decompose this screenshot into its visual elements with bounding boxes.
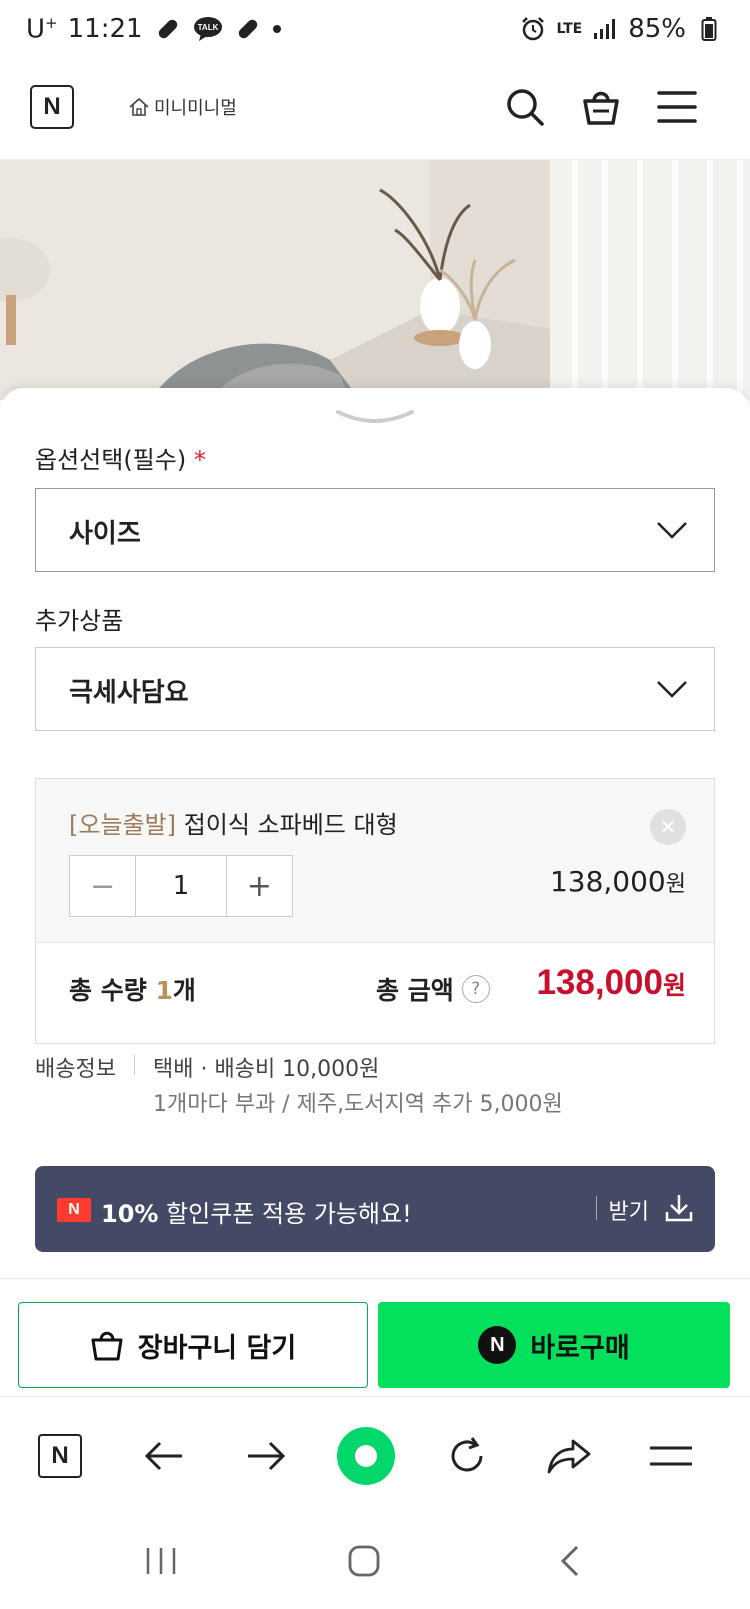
buy-now-button[interactable]: N 바로구매 xyxy=(378,1302,730,1388)
selected-item-box: [오늘출발] 접이식 소파베드 대형 ✕ − 1 + 138,000원 총 수량… xyxy=(35,778,715,1044)
clock: 11:21 xyxy=(67,14,143,45)
green-dot-icon xyxy=(337,1427,395,1485)
add-to-cart-button[interactable]: 장바구니 담기 xyxy=(18,1302,368,1388)
option-label: 옵션선택(필수) * xyxy=(35,446,206,474)
close-icon: ✕ xyxy=(659,815,677,839)
chevron-down-icon xyxy=(657,522,687,539)
addon-select[interactable]: 극세사담요 xyxy=(35,647,715,731)
battery-percent: 85% xyxy=(628,14,686,44)
size-select[interactable]: 사이즈 xyxy=(35,488,715,572)
required-mark: * xyxy=(193,446,206,474)
addon-label: 추가상품 xyxy=(35,607,124,635)
item-tag: [오늘출발] xyxy=(69,811,177,839)
coupon-text: 10% 할인쿠폰 적용 가능해요! xyxy=(101,1200,412,1228)
item-price: 138,000원 xyxy=(549,865,686,898)
quantity-stepper: − 1 + xyxy=(69,855,293,917)
network-type: LTE xyxy=(556,21,583,37)
carrier: U+ xyxy=(26,14,58,45)
recent-apps-icon[interactable] xyxy=(136,1536,186,1586)
size-select-value: 사이즈 xyxy=(69,519,141,549)
addon-select-value: 극세사담요 xyxy=(69,678,189,708)
shipping-note: 1개마다 부과 / 제주,도서지역 추가 5,000원 xyxy=(153,1092,563,1117)
help-icon[interactable]: ? xyxy=(461,975,490,1003)
sheet-collapse-icon[interactable] xyxy=(334,408,416,432)
forward-arrow-icon[interactable] xyxy=(235,1425,297,1487)
status-left: U+ 11:21 TALK xyxy=(26,14,281,45)
store-name: 미니미니멀 xyxy=(154,98,237,119)
shopping-bag-icon xyxy=(91,1331,123,1361)
shipping-label: 배송정보 xyxy=(35,1057,116,1082)
menu-icon[interactable] xyxy=(654,84,700,130)
remove-item-button[interactable]: ✕ xyxy=(650,809,686,845)
back-icon[interactable] xyxy=(545,1536,595,1586)
status-bar: U+ 11:21 TALK LTE 85% xyxy=(0,0,750,64)
store-house-icon xyxy=(129,97,149,116)
buy-now-label: 바로구매 xyxy=(530,1332,630,1364)
alarm-icon xyxy=(518,14,548,44)
naver-pay-icon: N xyxy=(478,1326,517,1364)
quantity-value[interactable]: 1 xyxy=(135,856,227,916)
divider xyxy=(134,1055,135,1075)
decrease-quantity-button[interactable]: − xyxy=(70,856,135,916)
chevron-down-icon xyxy=(657,681,687,698)
store-header: N 미니미니멀 xyxy=(0,64,750,160)
add-to-cart-label: 장바구니 담기 xyxy=(137,1332,297,1364)
browser-toolbar: N xyxy=(0,1396,750,1518)
svg-text:TALK: TALK xyxy=(197,23,218,32)
green-dot-button[interactable] xyxy=(335,1425,397,1487)
download-icon[interactable] xyxy=(663,1192,695,1224)
menu-icon[interactable] xyxy=(640,1425,702,1487)
back-arrow-icon[interactable] xyxy=(133,1425,195,1487)
system-navigation xyxy=(0,1518,750,1609)
shipping-fee: 택배 · 배송비 10,000원 xyxy=(153,1057,380,1082)
shopping-bag-icon[interactable] xyxy=(578,84,624,130)
coupon-get-label[interactable]: 받기 xyxy=(609,1194,649,1226)
coupon-banner[interactable]: N 10% 할인쿠폰 적용 가능해요! 받기 xyxy=(35,1166,715,1252)
pill-icon xyxy=(233,14,263,44)
talk-icon: TALK xyxy=(193,14,223,44)
naver-logo-icon: N xyxy=(38,1434,82,1478)
notification-dot-icon xyxy=(272,25,281,34)
battery-icon xyxy=(694,14,724,44)
naver-badge-icon: N xyxy=(57,1198,91,1222)
total-amount-label: 총 금액 ? xyxy=(376,971,490,1007)
action-bar: 장바구니 담기 N 바로구매 xyxy=(0,1278,750,1394)
total-amount: 138,000원 xyxy=(536,963,686,1002)
refresh-icon[interactable] xyxy=(436,1425,498,1487)
search-icon[interactable] xyxy=(502,84,548,130)
pill-icon xyxy=(153,14,183,44)
share-icon[interactable] xyxy=(538,1425,600,1487)
divider xyxy=(596,1196,597,1220)
store-name-link[interactable]: 미니미니멀 xyxy=(128,94,237,120)
product-image xyxy=(0,160,750,400)
home-icon[interactable] xyxy=(339,1536,389,1586)
status-right: LTE 85% xyxy=(518,14,724,44)
item-name: [오늘출발] 접이식 소파베드 대형 xyxy=(69,811,398,839)
signal-icon xyxy=(590,14,620,44)
increase-quantity-button[interactable]: + xyxy=(227,856,292,916)
naver-home-button[interactable]: N xyxy=(29,1425,91,1487)
selected-item: [오늘출발] 접이식 소파베드 대형 ✕ − 1 + 138,000원 xyxy=(36,779,714,943)
total-quantity: 총 수량 1개 xyxy=(69,976,196,1005)
naver-logo-button[interactable]: N xyxy=(30,85,74,129)
